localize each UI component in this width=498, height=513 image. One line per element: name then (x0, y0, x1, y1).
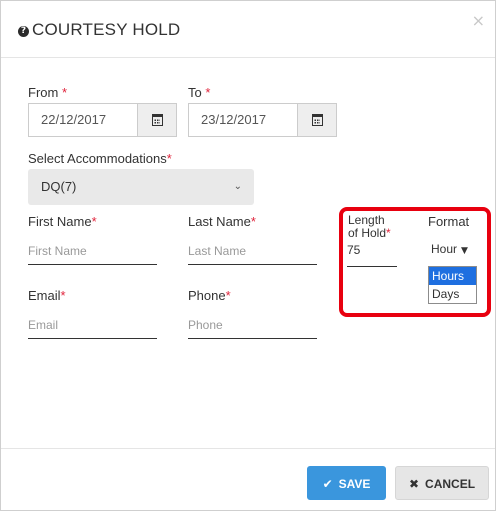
first-name-label: First Name* (28, 214, 97, 229)
length-of-hold-value: 75 (347, 243, 361, 257)
close-x-icon: ✖ (408, 477, 420, 491)
last-name-input[interactable]: Last Name (188, 237, 317, 265)
to-date-input[interactable]: 23/12/2017 (188, 103, 298, 137)
length-of-hold-input[interactable]: 75 (347, 243, 397, 267)
check-icon: ✔ (322, 477, 333, 491)
cancel-button[interactable]: ✖ CANCEL (395, 466, 489, 500)
phone-input[interactable]: Phone (188, 311, 317, 339)
to-calendar-button[interactable] (297, 103, 337, 137)
caret-down-icon: ▼ (461, 246, 468, 256)
email-input[interactable]: Email (28, 311, 157, 339)
help-icon[interactable]: ? (18, 26, 29, 37)
last-name-label: Last Name* (188, 214, 256, 229)
format-label: Format (428, 214, 470, 229)
from-date-input[interactable]: 22/12/2017 (28, 103, 138, 137)
courtesy-hold-modal: ? COURTESY HOLD × From * 22/12/2017 To *… (0, 0, 496, 511)
email-label: Email* (28, 288, 66, 303)
accommodations-select[interactable]: DQ(7) ⌄ (28, 169, 254, 205)
format-option-hours[interactable]: Hours (429, 267, 476, 285)
first-name-input[interactable]: First Name (28, 237, 157, 265)
calendar-icon (152, 114, 163, 126)
cancel-label: CANCEL (425, 477, 476, 491)
calendar-icon (312, 114, 323, 126)
format-select[interactable]: Hour ▼ (431, 242, 468, 256)
format-value: Hour (431, 242, 458, 256)
length-of-hold-label: Length of Hold* (348, 213, 391, 240)
phone-label: Phone* (188, 288, 231, 303)
format-option-days[interactable]: Days (429, 285, 476, 303)
save-label: SAVE (338, 477, 371, 491)
accommodations-value: DQ(7) (41, 179, 77, 194)
modal-header: ? COURTESY HOLD × (1, 1, 495, 58)
to-label: To * (188, 85, 211, 100)
from-label: From * (28, 85, 68, 100)
accommodations-label: Select Accommodations* (28, 151, 172, 166)
chevron-down-icon: ⌄ (233, 181, 242, 192)
close-icon[interactable]: × (472, 11, 485, 30)
modal-title: COURTESY HOLD (32, 20, 181, 39)
save-button[interactable]: ✔ SAVE (307, 466, 386, 500)
from-calendar-button[interactable] (137, 103, 177, 137)
format-dropdown: Hours Days (428, 266, 477, 304)
